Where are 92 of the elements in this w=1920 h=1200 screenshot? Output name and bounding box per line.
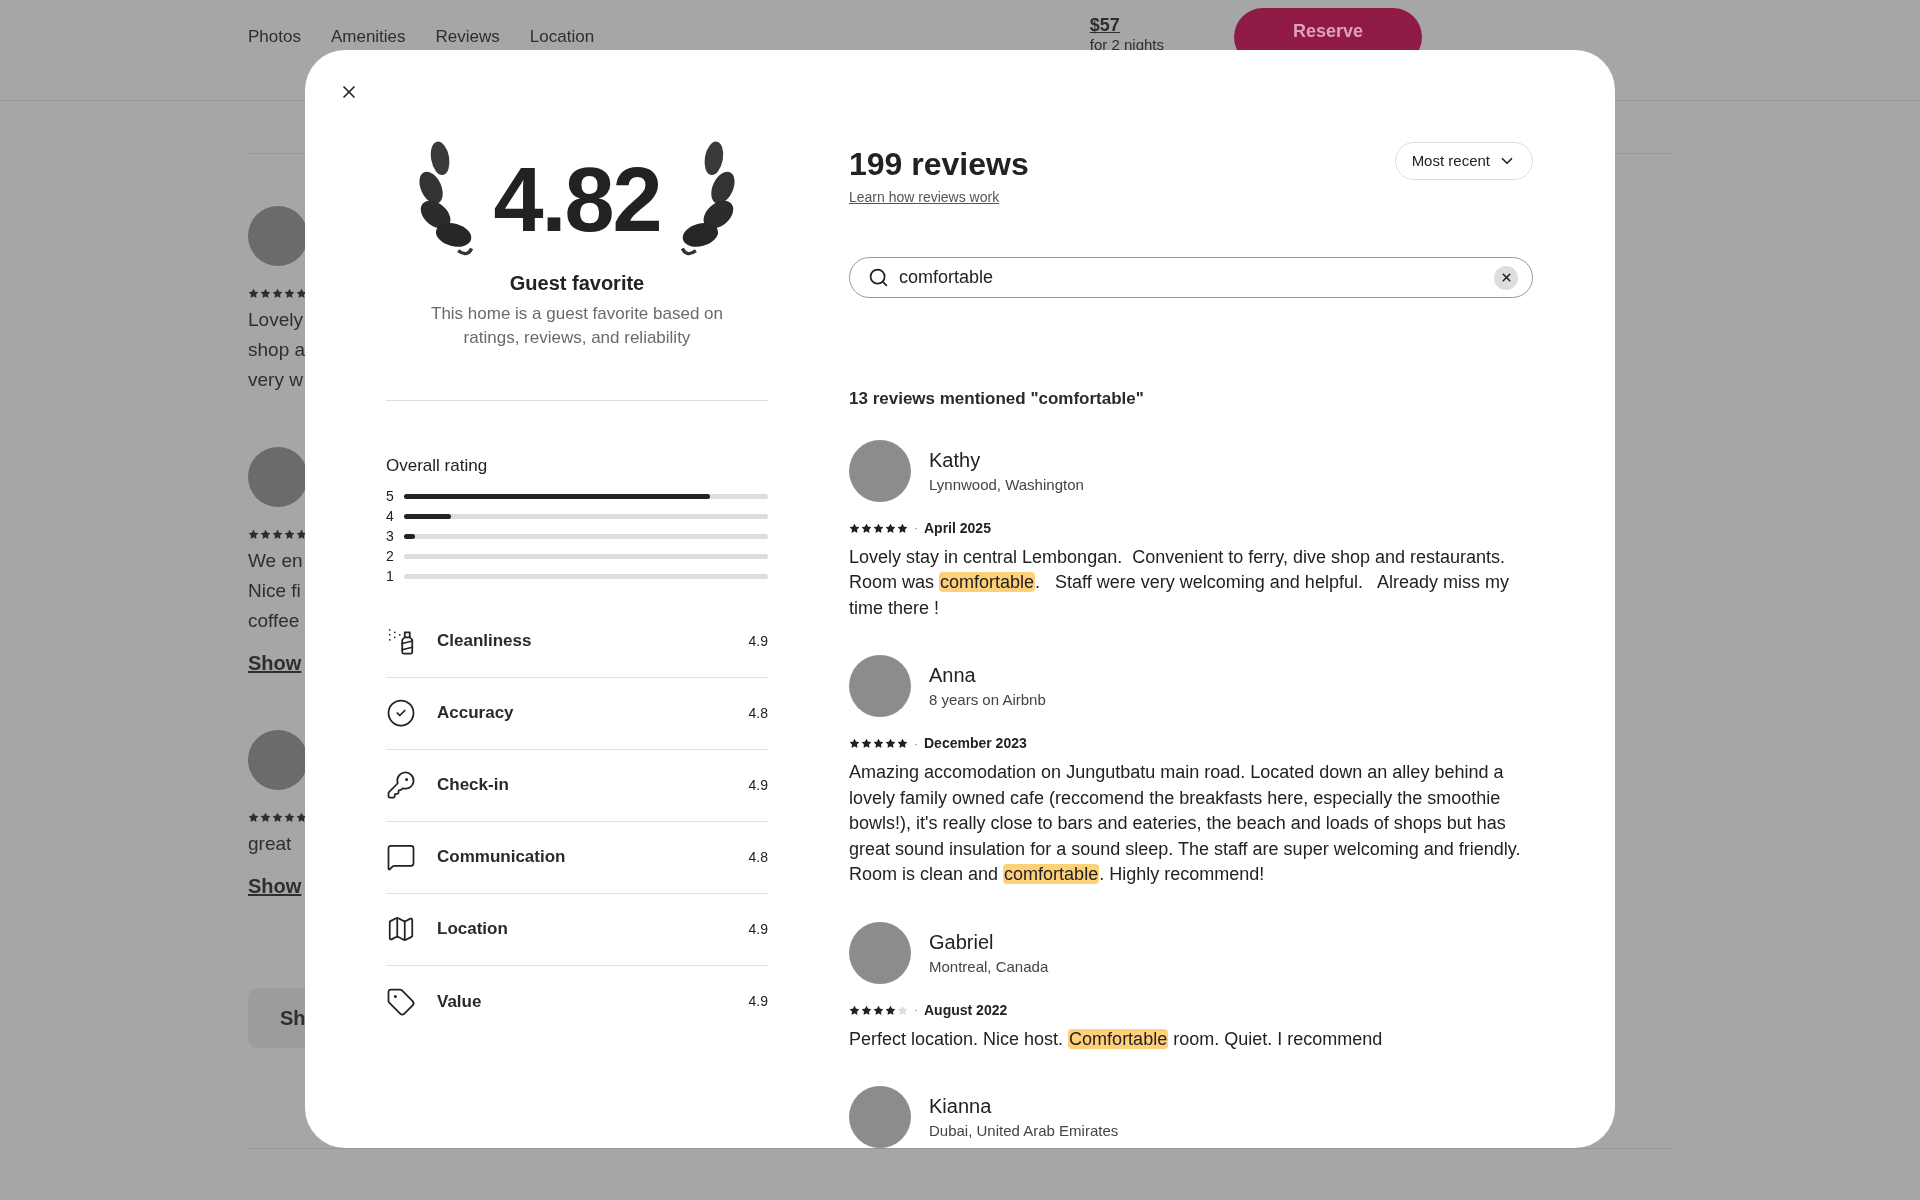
star-icon — [885, 522, 896, 534]
reviewer-name: Gabriel — [929, 929, 995, 955]
nav-link[interactable]: Reviews — [435, 24, 500, 50]
avatar-photo-placeholder — [248, 730, 308, 790]
avatar-photo-placeholder — [248, 447, 308, 507]
learn-more-link[interactable]: Learn how reviews work — [849, 187, 1000, 208]
rating-label: 4 — [386, 509, 395, 523]
star-icon — [849, 738, 860, 749]
category-score: 4.9 — [748, 992, 768, 1011]
review-date: April 2025 — [924, 518, 991, 538]
rating-label: 1 — [386, 569, 395, 583]
star-icon — [284, 288, 295, 299]
review-text: Perfect location. Nice host. Comfortable room. Quiet. I recommend — [849, 1027, 1384, 1051]
star-icon — [897, 522, 908, 534]
star-icon — [861, 738, 872, 749]
star-icon — [272, 812, 283, 823]
nav-link[interactable]: Location — [529, 24, 595, 50]
star-icon — [861, 1004, 872, 1016]
search-icon — [868, 267, 889, 288]
star-icon — [873, 522, 884, 534]
check-circle-icon — [386, 698, 416, 728]
star-icon — [849, 522, 860, 534]
reviewer-info: Lynnwood, Washington — [929, 474, 1084, 495]
category-score: 4.9 — [748, 919, 768, 939]
spray-bottle-icon — [386, 626, 416, 656]
rating-label: 3 — [386, 529, 395, 543]
reviewer-info: Dubai, United Arab Emirates — [929, 1121, 1119, 1141]
rating-label: 2 — [386, 549, 395, 563]
star-icon — [861, 522, 872, 534]
review-date: August 2022 — [924, 1000, 1008, 1020]
reviewer-info: Montreal, Canada — [929, 956, 1049, 977]
category-score: 4.8 — [748, 703, 768, 723]
star-icon — [284, 812, 295, 823]
star-icon — [885, 1004, 896, 1016]
review-text: coffee — [248, 609, 301, 633]
clear-icon — [1499, 271, 1513, 284]
star-icon — [897, 1004, 908, 1016]
reviews-heading: 199 reviews — [849, 145, 1029, 184]
nav-link[interactable]: Amenities — [330, 24, 406, 50]
map-icon — [386, 914, 416, 944]
review-text: Lovely — [248, 308, 304, 332]
category-label: Location — [437, 918, 508, 941]
clear-button[interactable] — [1494, 265, 1518, 290]
review-text: shop a — [248, 338, 307, 362]
badge-title: Guest favorite — [508, 271, 646, 296]
category-score: 4.9 — [748, 775, 768, 795]
section-title: Overall rating — [386, 455, 489, 477]
star-icon — [248, 812, 259, 823]
review-text: great — [248, 832, 293, 856]
star-icon — [248, 288, 259, 299]
speech-bubble-icon — [386, 842, 416, 872]
separator-dot: · — [914, 735, 918, 753]
nav-link[interactable]: Photos — [248, 24, 301, 50]
star-icon — [260, 288, 271, 299]
star-icon — [873, 738, 884, 749]
category-label: Value — [437, 990, 482, 1013]
badge-description: This home is a guest favorite based on ratings, reviews, and reliability — [430, 303, 724, 349]
star-icon — [272, 288, 283, 299]
star-icon — [260, 529, 271, 540]
reviewer-name: Kathy — [929, 447, 982, 473]
category-label: Check-in — [437, 774, 509, 797]
star-icon — [272, 529, 283, 540]
star-icon — [260, 812, 271, 823]
category-score: 4.8 — [748, 847, 768, 867]
star-icon — [849, 1004, 860, 1016]
reviewer-name: Anna — [929, 663, 977, 688]
reviewer-name: Kianna — [929, 1094, 993, 1119]
key-icon — [386, 770, 416, 800]
category-label: Communication — [437, 846, 566, 869]
tag-icon — [386, 986, 416, 1017]
star-icon — [284, 529, 295, 540]
category-label: Accuracy — [437, 702, 514, 725]
results-count: 13 reviews mentioned "comfortable" — [849, 388, 1145, 410]
star-icon — [885, 738, 896, 749]
rating-label: 5 — [386, 489, 395, 503]
separator-dot: · — [914, 520, 918, 537]
review-text: We en — [248, 549, 304, 573]
rating-number: 4.82 — [493, 155, 661, 245]
star-icon — [873, 1004, 884, 1016]
category-score: 4.9 — [748, 631, 768, 651]
star-icon — [897, 738, 908, 749]
review-text: very w — [248, 368, 304, 392]
price-text: $57 — [1089, 15, 1121, 35]
star-icon — [248, 529, 259, 540]
review-text: Lovely stay in central Lembongan. Convenient to ferry, dive shop and restaurants. Room was comfortable. Staff were very welcoming and helpful. Already miss my time there ! — [849, 545, 1510, 620]
separator-dot: · — [914, 1002, 918, 1019]
reviewer-info: 8 years on Airbnb — [929, 690, 1046, 710]
category-label: Cleanliness — [437, 630, 532, 653]
review-text: Nice fi — [248, 579, 302, 603]
avatar-photo-placeholder — [248, 206, 308, 266]
review-date: December 2023 — [924, 734, 1027, 753]
review-text: Amazing accomodation on Jungutbatu main road. Located down an alley behind a lovely family owned cafe (reccomend the breakfasts here, especially the smoothie bowls!), it's really close to bars and eateries, the beach and loads of shops but has great sound insulation for a sound sleep. The staff are super welcoming and friendly. Room is clean and comfortable. Highly recommend! — [849, 761, 1522, 886]
